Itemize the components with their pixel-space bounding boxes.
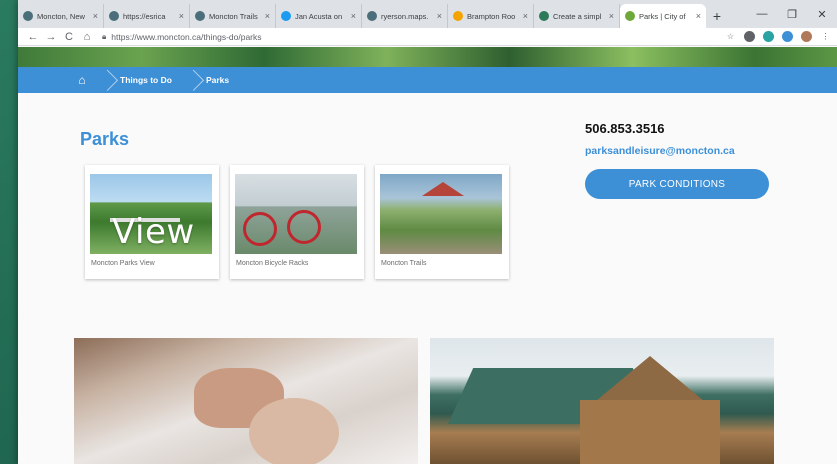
close-window-icon[interactable]: ✕ [807, 0, 837, 28]
globe-icon [367, 11, 377, 21]
cabin-wall-shape [580, 400, 720, 464]
restore-icon[interactable]: ❐ [777, 0, 807, 28]
reload-icon[interactable]: C [60, 31, 78, 43]
back-arrow-icon[interactable]: ← [24, 31, 42, 43]
tab-brampton[interactable]: Brampton Roo × [448, 4, 534, 28]
minimize-icon[interactable]: — [747, 0, 777, 28]
main-content: Parks View Moncton Parks View Moncton Bi… [18, 93, 837, 464]
globe-icon [23, 11, 33, 21]
tab-moncton-new[interactable]: Moncton, New × [18, 4, 104, 28]
log-cabin-photo[interactable] [430, 338, 774, 464]
tab-create-simple[interactable]: Create a simpl × [534, 4, 620, 28]
extension-diamond-icon[interactable] [763, 31, 774, 42]
twitter-bird-icon [281, 11, 291, 21]
phone-number: 506.853.3516 [585, 121, 665, 136]
tab-label: https://esrica [123, 11, 166, 21]
brampton-logo-icon [453, 11, 463, 21]
card-trails[interactable]: Moncton Trails [375, 165, 509, 279]
breadcrumb-separator [186, 67, 196, 93]
card-bicycle-racks[interactable]: Moncton Bicycle Racks [230, 165, 364, 279]
star-icon[interactable]: ☆ [725, 31, 736, 42]
close-tab-icon[interactable]: × [265, 11, 270, 21]
tab-label: Parks | City of [639, 11, 686, 21]
breadcrumb-separator [100, 67, 110, 93]
tab-label: Moncton, New [37, 11, 85, 21]
globe-icon [195, 11, 205, 21]
card-image [380, 174, 502, 254]
email-link[interactable]: parksandleisure@moncton.ca [585, 145, 735, 157]
card-image [235, 174, 357, 254]
bike-wheel-shape [243, 212, 277, 246]
close-tab-icon[interactable]: × [93, 11, 98, 21]
extension-circle-icon[interactable] [744, 31, 755, 42]
card-caption: Moncton Trails [381, 260, 427, 267]
address-bar[interactable]: 🔒︎ https://www.moncton.ca/things-do/park… [102, 30, 719, 44]
hero-banner [18, 47, 837, 67]
extension-icons: ☆ ⋮ [725, 31, 831, 42]
menu-dots-icon[interactable]: ⋮ [820, 31, 831, 42]
bike-wheel-shape [287, 210, 321, 244]
new-tab-button[interactable]: + [706, 4, 728, 28]
tab-twitter[interactable]: Jan Acusta on × [276, 4, 362, 28]
breadcrumb-parks[interactable]: Parks [206, 75, 229, 85]
breadcrumb: ⌂ Things to Do Parks [18, 67, 837, 93]
close-tab-icon[interactable]: × [609, 11, 614, 21]
tab-esrica[interactable]: https://esrica × [104, 4, 190, 28]
close-tab-icon[interactable]: × [351, 11, 356, 21]
profile-avatar[interactable] [801, 31, 812, 42]
leaf-icon [625, 11, 635, 21]
extension-badge-icon[interactable] [782, 31, 793, 42]
url-text: https://www.moncton.ca/things-do/parks [111, 31, 262, 42]
tab-label: Create a simpl [553, 11, 602, 21]
tab-moncton-trails[interactable]: Moncton Trails × [190, 4, 276, 28]
web-page: ⌂ Things to Do Parks Parks View Moncton … [18, 47, 837, 464]
browser-window: Moncton, New × https://esrica × Moncton … [18, 0, 837, 464]
close-tab-icon[interactable]: × [179, 11, 184, 21]
card-caption: Moncton Parks View [91, 260, 155, 267]
tab-label: Brampton Roo [467, 11, 516, 21]
tab-label: ryerson.maps. [381, 11, 429, 21]
card-parks-view[interactable]: View Moncton Parks View [85, 165, 219, 279]
card-image: View [90, 174, 212, 254]
lock-icon: 🔒︎ [102, 31, 107, 41]
card-caption: Moncton Bicycle Racks [236, 260, 309, 267]
globe-icon [109, 11, 119, 21]
close-tab-icon[interactable]: × [437, 11, 442, 21]
splash-pad-photo[interactable] [74, 338, 418, 464]
forward-arrow-icon[interactable]: → [42, 31, 60, 43]
page-title: Parks [80, 129, 130, 149]
child-shape [249, 398, 339, 464]
map-icon [539, 11, 549, 21]
close-tab-icon[interactable]: × [696, 11, 701, 21]
tab-label: Jan Acusta on [295, 11, 343, 21]
tab-parks-city[interactable]: Parks | City of × [620, 4, 706, 28]
window-controls: — ❐ ✕ [747, 0, 837, 28]
gazebo-roof-shape [422, 182, 464, 196]
view-overlay-text: View [112, 212, 195, 252]
home-icon[interactable]: ⌂ [78, 31, 96, 43]
tab-ryerson-maps[interactable]: ryerson.maps. × [362, 4, 448, 28]
close-tab-icon[interactable]: × [523, 11, 528, 21]
tab-label: Moncton Trails [209, 11, 258, 21]
park-conditions-button[interactable]: PARK CONDITIONS [585, 169, 769, 199]
tab-strip: Moncton, New × https://esrica × Moncton … [18, 0, 837, 28]
breadcrumb-things-to-do[interactable]: Things to Do [120, 75, 172, 85]
browser-toolbar: ← → C ⌂ 🔒︎ https://www.moncton.ca/things… [18, 28, 837, 46]
home-icon[interactable]: ⌂ [74, 72, 90, 88]
